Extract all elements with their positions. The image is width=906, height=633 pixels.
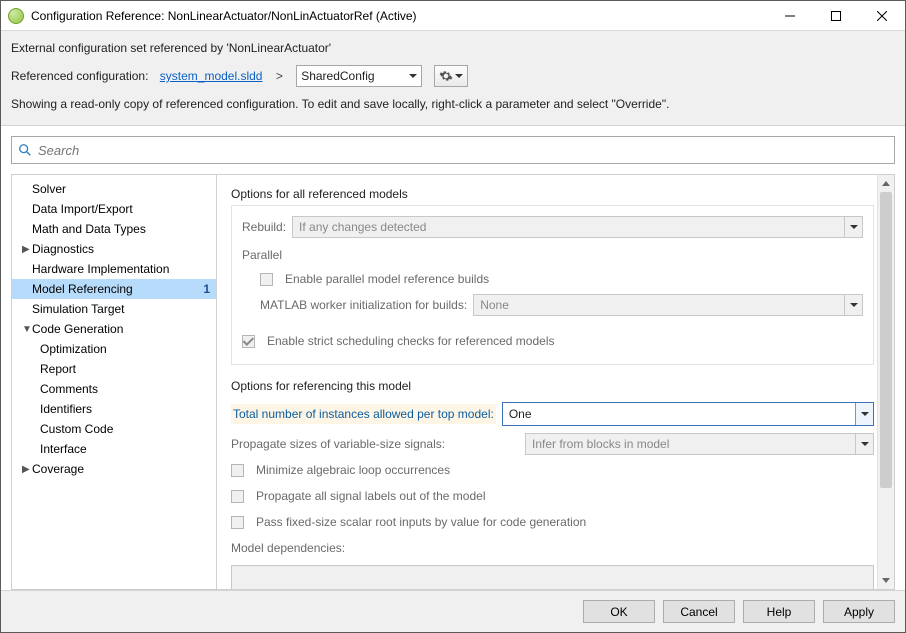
strict-scheduling-label: Enable strict scheduling checks for refe… (267, 334, 554, 348)
propagate-sizes-value: Infer from blocks in model (532, 437, 669, 451)
scroll-down-button[interactable] (878, 572, 894, 589)
section-referencing-title: Options for referencing this model (231, 379, 874, 393)
search-box[interactable] (11, 136, 895, 164)
instances-value: One (509, 407, 532, 421)
titlebar: Configuration Reference: NonLinearActuat… (1, 1, 905, 31)
search-icon (18, 143, 32, 157)
chevron-up-icon (882, 181, 890, 186)
parallel-builds-label: Enable parallel model reference builds (285, 272, 489, 286)
parallel-title: Parallel (242, 248, 863, 262)
parallel-builds-checkbox[interactable] (260, 273, 273, 286)
sidebar-item-optimization[interactable]: Optimization (12, 339, 216, 359)
gear-dropdown-button[interactable] (434, 65, 468, 87)
propagate-sizes-select[interactable]: Infer from blocks in model (525, 433, 874, 455)
breadcrumb-separator: > (276, 69, 283, 83)
external-config-label: External configuration set referenced by… (11, 41, 331, 55)
scroll-thumb[interactable] (880, 192, 892, 488)
referenced-config-label: Referenced configuration: (11, 69, 148, 83)
rebuild-value: If any changes detected (299, 220, 426, 234)
scroll-up-button[interactable] (878, 175, 894, 192)
sidebar-item-code-generation[interactable]: ▼Code Generation (12, 319, 216, 339)
model-dependencies-textarea[interactable] (231, 565, 874, 589)
propagate-sizes-label: Propagate sizes of variable-size signals… (231, 437, 519, 451)
chevron-down-icon: ▼ (22, 324, 32, 335)
shared-config-select[interactable]: SharedConfig (296, 65, 421, 87)
model-dependencies-label: Model dependencies: (231, 541, 345, 555)
window-buttons (767, 1, 905, 30)
propagate-all-labels-checkbox[interactable] (231, 490, 244, 503)
sidebar-item-report[interactable]: Report (12, 359, 216, 379)
sidebar-item-interface[interactable]: Interface (12, 439, 216, 459)
sidebar-item-custom-code[interactable]: Custom Code (12, 419, 216, 439)
maximize-button[interactable] (813, 1, 859, 30)
header: External configuration set referenced by… (1, 31, 905, 126)
pass-fixed-size-label: Pass fixed-size scalar root inputs by va… (256, 515, 586, 529)
pass-fixed-size-checkbox[interactable] (231, 516, 244, 529)
sidebar-item-data-import-export[interactable]: Data Import/Export (12, 199, 216, 219)
rebuild-select[interactable]: If any changes detected (292, 216, 863, 238)
search-input[interactable] (36, 142, 888, 159)
chevron-down-icon (861, 412, 869, 416)
instances-label: Total number of instances allowed per to… (231, 404, 496, 424)
chevron-down-icon (882, 578, 890, 583)
sidebar-item-identifiers[interactable]: Identifiers (12, 399, 216, 419)
chevron-down-icon (409, 74, 417, 78)
cancel-button[interactable]: Cancel (663, 600, 735, 623)
referenced-config-link[interactable]: system_model.sldd (160, 69, 263, 83)
sidebar-item-math-data-types[interactable]: Math and Data Types (12, 219, 216, 239)
sidebar-item-model-referencing[interactable]: Model Referencing1 (12, 279, 216, 299)
matlab-worker-label: MATLAB worker initialization for builds: (260, 298, 467, 312)
minimize-algebraic-label: Minimize algebraic loop occurrences (256, 463, 450, 477)
apply-button[interactable]: Apply (823, 600, 895, 623)
propagate-all-labels-label: Propagate all signal labels out of the m… (256, 489, 485, 503)
main-panel: Options for all referenced models Rebuil… (217, 174, 895, 590)
readonly-help-text: Showing a read-only copy of referenced c… (11, 97, 669, 111)
content-area: Solver Data Import/Export Math and Data … (1, 126, 905, 590)
vertical-scrollbar[interactable] (877, 175, 894, 589)
sidebar-item-comments[interactable]: Comments (12, 379, 216, 399)
sidebar-item-solver[interactable]: Solver (12, 179, 216, 199)
instances-select[interactable]: One (502, 402, 874, 426)
help-button[interactable]: Help (743, 600, 815, 623)
ok-button[interactable]: OK (583, 600, 655, 623)
close-button[interactable] (859, 1, 905, 30)
sidebar-item-coverage[interactable]: ▶Coverage (12, 459, 216, 479)
matlab-worker-value: None (480, 298, 509, 312)
group-referencing: Total number of instances allowed per to… (231, 397, 874, 589)
category-tree: Solver Data Import/Export Math and Data … (11, 174, 217, 590)
strict-scheduling-checkbox[interactable] (242, 335, 255, 348)
chevron-down-icon (850, 225, 858, 229)
group-all-referenced: Rebuild: If any changes detected Paralle… (231, 205, 874, 365)
window-title: Configuration Reference: NonLinearActuat… (31, 9, 767, 23)
shared-config-value: SharedConfig (301, 69, 374, 83)
override-count-badge: 1 (203, 282, 210, 296)
chevron-down-icon (861, 442, 869, 446)
sidebar-item-diagnostics[interactable]: ▶Diagnostics (12, 239, 216, 259)
config-reference-dialog: Configuration Reference: NonLinearActuat… (0, 0, 906, 633)
chevron-right-icon: ▶ (22, 244, 32, 255)
minimize-algebraic-checkbox[interactable] (231, 464, 244, 477)
sidebar-item-hardware-implementation[interactable]: Hardware Implementation (12, 259, 216, 279)
chevron-down-icon (455, 74, 463, 78)
dialog-footer: OK Cancel Help Apply (1, 590, 905, 632)
app-icon (8, 8, 24, 24)
matlab-worker-select[interactable]: None (473, 294, 863, 316)
chevron-right-icon: ▶ (22, 464, 32, 475)
gear-icon (439, 69, 453, 83)
rebuild-label: Rebuild: (242, 220, 286, 234)
chevron-down-icon (850, 303, 858, 307)
sidebar-item-simulation-target[interactable]: Simulation Target (12, 299, 216, 319)
section-all-referenced-title: Options for all referenced models (231, 187, 874, 201)
minimize-button[interactable] (767, 1, 813, 30)
